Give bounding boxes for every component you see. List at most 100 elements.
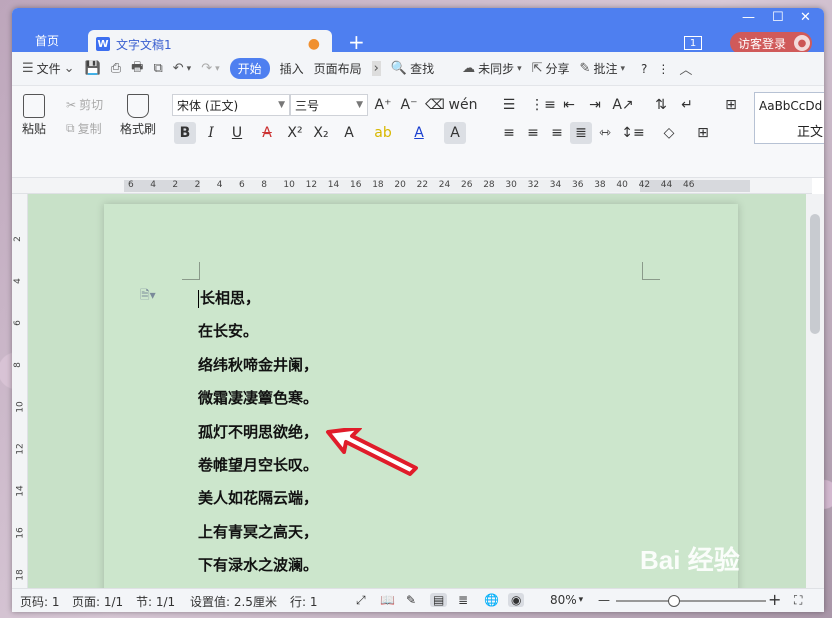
text-effect-button[interactable]: A: [338, 122, 360, 144]
outline-view-icon[interactable]: ≣: [458, 593, 468, 607]
subscript-button[interactable]: X₂: [310, 122, 332, 144]
minimize-button[interactable]: —: [742, 10, 755, 25]
export-pdf-button[interactable]: ⎙: [111, 61, 121, 76]
document-line[interactable]: 孤灯不明思欲绝，: [198, 416, 318, 449]
focus-mode-icon[interactable]: ⤢: [356, 593, 366, 608]
document-line[interactable]: 长相思，: [198, 282, 318, 315]
clear-format-icon[interactable]: ⌫: [424, 94, 446, 116]
copy-button[interactable]: ⧉ 复制: [66, 120, 102, 137]
document-line[interactable]: 在长安。: [198, 315, 318, 348]
page-view-icon[interactable]: ▤: [430, 593, 448, 607]
distributed-align-button[interactable]: ⇿: [594, 122, 616, 144]
fit-window-icon[interactable]: ⛶: [794, 593, 802, 608]
search-button[interactable]: 🔍 查找: [391, 60, 434, 77]
redo-icon: ↷: [201, 61, 213, 76]
zoom-slider[interactable]: [616, 600, 766, 602]
bullet-list-button[interactable]: ☰: [498, 94, 520, 116]
document-page[interactable]: 🗎▾ 长相思， 在长安。 络纬秋啼金井阑， 微霜凄凄簟色寒。 孤灯不明思欲绝， 卷帷望月空…: [104, 204, 738, 588]
print-preview-button[interactable]: ⧉: [153, 61, 162, 76]
tab-page-layout[interactable]: 页面布局: [314, 60, 362, 77]
vertical-scrollbar[interactable]: [806, 194, 824, 588]
zoom-level[interactable]: 80% ▾: [550, 593, 583, 607]
justify-button[interactable]: ≣: [570, 122, 592, 144]
redo-button[interactable]: ↷ ▾: [201, 61, 219, 76]
zoom-slider-knob[interactable]: [668, 595, 680, 607]
document-text[interactable]: 长相思， 在长安。 络纬秋啼金井阑， 微霜凄凄簟色寒。 孤灯不明思欲绝， 卷帷望月空长叹。…: [198, 282, 318, 583]
font-size-select[interactable]: 三号 ▼: [290, 94, 368, 116]
table-button[interactable]: ⊞: [720, 94, 742, 116]
document-canvas[interactable]: 🗎▾ 长相思， 在长安。 络纬秋啼金井阑， 微霜凄凄簟色寒。 孤灯不明思欲绝， 卷帷望月空…: [28, 194, 806, 588]
file-menu[interactable]: ☰ 文件 ⌄: [22, 60, 75, 77]
vertical-ruler[interactable]: 2 4 6 8 10 12 14 16 18: [12, 194, 28, 588]
close-button[interactable]: ✕: [800, 10, 811, 25]
horizontal-ruler[interactable]: 6 4 2 2 4 6 8 10 12 14 16 18 20 22 24 26 28 30 32 34 36 38 40 4…: [12, 178, 812, 194]
style-name: 正文: [796, 125, 823, 140]
sort-button[interactable]: ⇅: [650, 94, 672, 116]
document-line[interactable]: 卷帷望月空长叹。: [198, 449, 318, 482]
underline-button[interactable]: U: [226, 122, 248, 144]
share-button[interactable]: ⇱ 分享: [532, 60, 570, 77]
eye-protection-icon[interactable]: ◉: [508, 593, 525, 607]
status-page-number[interactable]: 页码: 1: [20, 593, 60, 610]
sync-button[interactable]: ☁ 未同步 ▾: [462, 60, 522, 77]
document-line[interactable]: 美人如花隔云端，: [198, 482, 318, 515]
document-line[interactable]: 上有青冥之高天，: [198, 516, 318, 549]
visitor-login-button[interactable]: 访客登录 ●: [730, 32, 812, 54]
status-setting[interactable]: 设置值: 2.5厘米: [190, 593, 277, 610]
zoom-in-button[interactable]: +: [768, 590, 781, 609]
bold-button[interactable]: B: [174, 122, 196, 144]
superscript-button[interactable]: X²: [284, 122, 306, 144]
grow-font-button[interactable]: A⁺: [372, 94, 394, 116]
more-button[interactable]: ⋮: [657, 62, 669, 76]
collapse-ribbon-button[interactable]: ︿: [679, 59, 692, 78]
increase-indent-button[interactable]: ⇥: [584, 94, 606, 116]
shrink-font-button[interactable]: A⁻: [398, 94, 420, 116]
comment-button[interactable]: ✎ 批注 ▾: [580, 60, 625, 77]
format-painter-button[interactable]: 格式刷: [120, 94, 156, 137]
align-right-button[interactable]: ≡: [546, 122, 568, 144]
shading-button[interactable]: ◇: [658, 122, 680, 144]
highlight-button[interactable]: ab: [372, 122, 394, 144]
font-color-button[interactable]: A: [408, 122, 430, 144]
ribbon-scroll-right-button[interactable]: ›: [371, 61, 381, 76]
window-count-badge[interactable]: 1: [684, 36, 702, 50]
comment-icon: ✎: [579, 61, 591, 76]
borders-button[interactable]: ⊞: [692, 122, 714, 144]
show-marks-button[interactable]: ↵: [676, 94, 698, 116]
style-normal[interactable]: AaBbCcDd 正文: [754, 92, 824, 144]
help-button[interactable]: ?: [641, 62, 647, 76]
font-name-select[interactable]: 宋体 (正文) ▼: [172, 94, 290, 116]
text-direction-button[interactable]: A↗: [612, 94, 634, 116]
undo-button[interactable]: ↶ ▾: [173, 61, 191, 76]
web-view-icon[interactable]: 🌐: [484, 593, 499, 607]
pinyin-guide-button[interactable]: wén: [449, 94, 478, 116]
read-mode-icon[interactable]: 📖: [380, 593, 395, 607]
save-button[interactable]: 💾: [85, 61, 101, 76]
zoom-out-button[interactable]: —: [598, 593, 610, 607]
paragraph-handle-icon[interactable]: 🗎▾: [140, 286, 156, 307]
tab-home[interactable]: 首页: [14, 28, 80, 52]
decrease-indent-button[interactable]: ⇤: [558, 94, 580, 116]
document-line[interactable]: 络纬秋啼金井阑，: [198, 349, 318, 382]
print-button[interactable]: 🖶: [131, 58, 143, 80]
tab-home-ribbon[interactable]: 开始: [229, 58, 270, 79]
document-line[interactable]: 下有渌水之波澜。: [198, 549, 318, 582]
italic-button[interactable]: I: [200, 122, 222, 144]
line-spacing-button[interactable]: ↕≡: [621, 122, 644, 144]
new-tab-button[interactable]: +: [348, 30, 365, 54]
status-row[interactable]: 行: 1: [290, 593, 318, 610]
status-pages[interactable]: 页面: 1/1: [72, 593, 123, 610]
strikethrough-button[interactable]: A: [256, 122, 278, 144]
tab-insert[interactable]: 插入: [280, 60, 304, 77]
align-center-button[interactable]: ≡: [522, 122, 544, 144]
numbered-list-button[interactable]: ⋮≡: [530, 94, 556, 116]
cut-button[interactable]: ✂ 剪切: [66, 96, 103, 113]
status-section[interactable]: 节: 1/1: [136, 593, 175, 610]
scrollbar-thumb[interactable]: [810, 214, 820, 334]
maximize-button[interactable]: ☐: [772, 10, 784, 25]
write-mode-icon[interactable]: ✎: [406, 593, 416, 607]
char-shading-button[interactable]: A: [444, 122, 466, 144]
document-line[interactable]: 微霜凄凄簟色寒。: [198, 382, 318, 415]
paste-button[interactable]: 粘贴: [22, 94, 46, 137]
align-left-button[interactable]: ≡: [498, 122, 520, 144]
